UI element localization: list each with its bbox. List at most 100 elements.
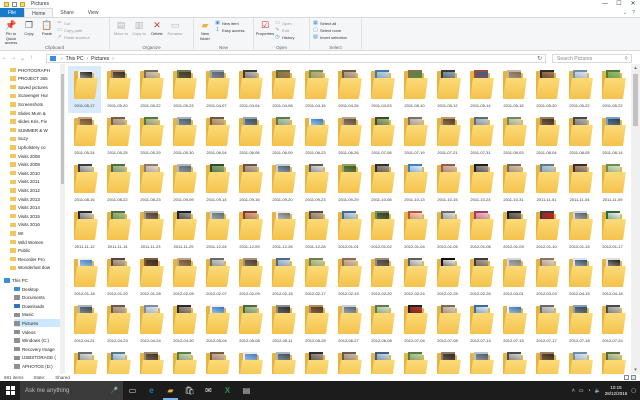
copy-button[interactable]: ❐ Copy [20,20,38,37]
folder-item[interactable]: 2012-08-27 [431,348,464,374]
folder-item[interactable]: 2012-02-24 [398,254,431,301]
close-button[interactable]: ✕ [626,0,640,8]
folder-item[interactable]: 2011-04-04 [233,66,266,113]
folder-item[interactable]: 2011-05-22 [563,66,596,113]
details-view-icon[interactable] [624,375,629,380]
sidebar-item[interactable]: Scavenger Hur [10,92,60,100]
folder-item[interactable]: 2012-08-17 [332,348,365,374]
copy-to-button[interactable]: ▥ Copy to [130,20,148,37]
sidebar-item[interactable]: APHOTOS (D:) [14,362,60,370]
folder-item[interactable]: 2011-05-12 [431,66,464,113]
folder-item[interactable]: 2011-05-22 [134,66,167,113]
sidebar-item[interactable]: Saved pictures [10,83,60,91]
edge-browser-icon[interactable]: e [142,381,161,400]
folder-item[interactable]: 2012-08-07 [200,348,233,374]
sidebar-item[interactable]: Desktop [14,285,60,293]
folder-item[interactable]: 2011-05-17 [68,66,101,113]
folder-item[interactable]: 2012-01-04 [398,207,431,254]
folder-item[interactable]: 2011-11-09 [596,160,629,207]
folder-item[interactable]: 2012-02-07 [200,254,233,301]
folder-item[interactable]: 2011-06-23 [299,113,332,160]
sidebar-item[interactable]: Recovery Image [14,345,60,353]
mail-icon[interactable]: ✉ [199,381,218,400]
scroll-down-icon[interactable]: ▾ [631,366,640,374]
folder-item[interactable]: 2011-05-30 [167,113,200,160]
sidebar-item[interactable]: Visits 2011 [10,178,60,186]
address-bar[interactable]: › This PC › Pictures › ↻ [46,54,546,63]
sidebar-item[interactable]: Public [10,247,60,255]
folder-item[interactable]: 2012-02-17 [299,254,332,301]
tab-view[interactable]: View [81,8,106,17]
sidebar-item[interactable]: Visits 2008 [10,152,60,160]
folder-item[interactable]: 2011-11-01 [530,160,563,207]
notifications-icon[interactable]: ▢ [631,388,636,394]
folder-item[interactable]: 2012-04-24 [134,301,167,348]
help-icon[interactable]: ? [632,10,635,16]
chevron-down-icon[interactable]: ⌄ [623,10,627,16]
folder-item[interactable]: 2012-05-08 [233,301,266,348]
folder-item[interactable]: 2012-02-15 [266,254,299,301]
new-item-button[interactable]: ▣ New item [215,20,244,26]
sidebar-item[interactable]: Visits 2012 [10,186,60,194]
recent-locations-icon[interactable]: ⌄ [18,55,27,62]
folder-item[interactable]: 2012-01-02 [365,207,398,254]
sidebar-item[interactable]: PROJECT 365 [10,75,60,83]
folder-item[interactable]: 2011-10-31 [497,160,530,207]
sidebar-item[interactable]: This PC [4,276,60,284]
paste-button[interactable]: 📋 Paste [38,20,56,37]
tab-file[interactable]: File [0,8,25,17]
folder-item[interactable]: 2011-10-15 [431,160,464,207]
maximize-button[interactable]: ☐ [612,0,626,8]
folder-item[interactable]: 2011-05-20 [101,66,134,113]
folder-item[interactable]: 2012-04-30 [167,301,200,348]
sidebar-item[interactable]: WI [10,229,60,237]
sidebar-item[interactable]: Documents [14,294,60,302]
folder-item[interactable]: 2012-08-21 [365,348,398,374]
folder-item[interactable]: 2011-12-28 [299,207,332,254]
folder-item[interactable]: 2011-05-15 [497,66,530,113]
folder-item[interactable]: 2012-08-02 [134,348,167,374]
folder-item[interactable]: 2011-04-08 [266,66,299,113]
sidebar-item[interactable]: Visits 2009 [10,161,60,169]
volume-icon[interactable]: 🔈 [595,388,601,394]
folder-item[interactable]: 2011-04-15 [299,66,332,113]
folder-item[interactable]: 2012-07-04 [398,301,431,348]
sidebar-item[interactable]: Pictures [14,319,60,328]
move-to-button[interactable]: ▤ Move to [112,20,130,37]
minimize-button[interactable]: — [598,0,612,8]
sidebar-item[interactable]: Wonderlust dow [10,264,60,272]
folder-item[interactable]: 2011-11-04 [563,160,596,207]
tab-share[interactable]: Share [53,8,80,17]
clock[interactable]: 10:15 28/12/2016 [605,385,628,396]
sidebar-item[interactable]: USBSTORAGE ( [14,354,60,362]
breadcrumb-this-pc[interactable]: This PC [66,56,84,62]
paste-shortcut-button[interactable]: ↗ Paste shortcut [57,34,89,40]
forward-arrow-icon[interactable]: → [9,55,18,61]
folder-item[interactable]: 2011-06-06 [233,113,266,160]
folder-item[interactable]: 2011-11-14 [101,207,134,254]
scroll-thumb[interactable] [633,74,638,126]
folder-item[interactable]: 2011-10-08 [365,160,398,207]
folder-item[interactable]: 2012-07-31 [101,348,134,374]
folder-item[interactable]: 2011-08-03 [497,113,530,160]
select-none-button[interactable]: ▢ Select none [313,27,347,33]
folder-item[interactable]: 2011-05-25 [101,113,134,160]
folder-item[interactable]: 2012-04-15 [563,254,596,301]
folder-item[interactable]: 2011-08-23 [134,160,167,207]
store-icon[interactable]: 🛍 [180,381,199,400]
folder-item[interactable]: 2011-09-14 [200,160,233,207]
folder-item[interactable]: 2011-05-23 [167,66,200,113]
sidebar-item[interactable]: SUMMER & W [10,126,60,134]
folder-item[interactable]: 2012-07-24 [596,301,629,348]
folder-item[interactable]: 2011-07-21 [431,113,464,160]
folder-item[interactable]: 2012-08-24 [398,348,431,374]
folder-item[interactable]: 2011-12-09 [233,207,266,254]
folder-item[interactable]: 2012-05-11 [266,301,299,348]
large-icons-view-icon[interactable] [631,375,636,380]
folder-item[interactable]: 2011-12-04 [200,207,233,254]
folder-item[interactable]: 2012-02-19 [332,254,365,301]
folder-item[interactable]: 2012-01-15 [563,207,596,254]
history-button[interactable]: ◷ History [275,34,294,40]
network-icon[interactable]: ◔ [587,388,590,394]
folder-item[interactable]: 2012-07-17 [530,301,563,348]
